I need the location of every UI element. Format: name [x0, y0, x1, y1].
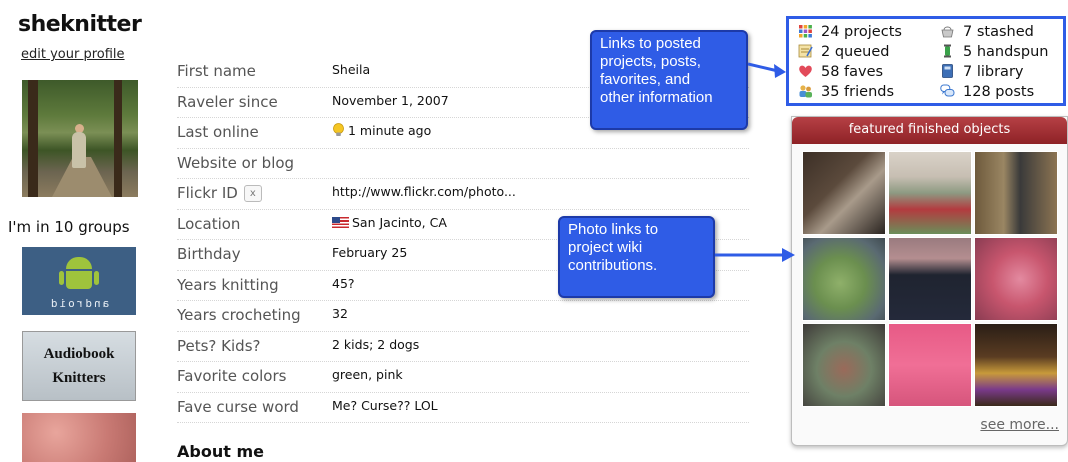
profile-row-fave-curse-word: Fave curse word Me? Curse?? LOL [177, 393, 749, 423]
callout-line: contributions. [568, 257, 658, 274]
field-label: Location [177, 214, 241, 233]
featured-panel-header: featured finished objects [792, 117, 1067, 144]
stat-label: 7 stashed [963, 24, 1034, 40]
featured-photo[interactable] [888, 237, 972, 321]
field-label: Birthday [177, 245, 241, 263]
lightbulb-icon [333, 123, 344, 136]
callout-line: Photo links to [568, 221, 659, 238]
group-yarn-badge[interactable] [22, 413, 136, 462]
stat-faves-link[interactable]: 58 faves [798, 64, 883, 80]
group-audiobook-knitters-badge[interactable]: Audiobook Knitters [22, 331, 136, 401]
stat-queued-link[interactable]: 2 queued [798, 44, 889, 60]
stat-label: 7 library [963, 64, 1024, 80]
featured-photo[interactable] [974, 323, 1058, 407]
profile-row-favorite-colors: Favorite colors green, pink [177, 362, 749, 393]
spindle-icon [944, 44, 951, 58]
stat-handspun-link[interactable]: 5 handspun [940, 44, 1048, 60]
group-title-line-2: Knitters [52, 370, 106, 386]
callout-line: favorites, and [600, 71, 691, 88]
field-value: San Jacinto, CA [352, 214, 447, 230]
stat-library-link[interactable]: 7 library [940, 64, 1024, 80]
featured-photo[interactable] [802, 237, 886, 321]
stat-label: 5 handspun [963, 44, 1049, 60]
field-label: Flickr ID [177, 184, 238, 202]
projects-grid-icon [799, 25, 812, 38]
field-label: Pets? Kids? [177, 336, 261, 355]
field-value-wrapper: 1 minute ago [332, 123, 431, 138]
field-value: 1 minute ago [348, 123, 432, 138]
android-wordmark: android [48, 297, 110, 310]
profile-stats-box: 24 projects 2 queued 58 faves 35 friends… [786, 16, 1066, 106]
featured-photo[interactable] [802, 323, 886, 407]
stat-projects-link[interactable]: 24 projects [798, 24, 902, 40]
flickr-link[interactable]: http://www.flickr.com/photo... [332, 184, 516, 199]
see-more-link[interactable]: see more... [980, 417, 1059, 433]
edit-profile-link[interactable]: edit your profile [21, 47, 125, 62]
field-label: Last online [177, 123, 259, 141]
field-label: Years knitting [177, 275, 279, 294]
field-value: Sheila [332, 62, 371, 77]
field-value: November 1, 2007 [332, 92, 449, 108]
stat-posts-link[interactable]: 128 posts [940, 84, 1034, 100]
speech-bubbles-icon [940, 84, 955, 97]
callout-line: Links to posted [600, 35, 701, 52]
field-value-wrapper: San Jacinto, CA [332, 215, 447, 230]
callout-arrow-icon [715, 248, 795, 262]
profile-row-flickr: Flickr ID x http://www.flickr.com/photo..… [177, 179, 749, 210]
stash-basket-icon [941, 26, 954, 38]
stat-label: 35 friends [821, 84, 895, 100]
featured-photo[interactable] [802, 151, 886, 235]
profile-row-website: Website or blog [177, 149, 749, 179]
field-label: Favorite colors [177, 367, 287, 385]
stat-friends-link[interactable]: 35 friends [798, 84, 894, 100]
group-title-line-1: Audiobook [43, 346, 115, 362]
callout-line: other information [600, 89, 713, 106]
queue-notepad-icon [798, 44, 813, 58]
callout-arrow-icon [748, 62, 786, 78]
stat-label: 128 posts [963, 84, 1035, 100]
us-flag-icon [332, 216, 349, 228]
field-value: 2 kids; 2 dogs [332, 336, 420, 352]
flickr-clear-button[interactable]: x [243, 185, 262, 202]
callout-photos-annotation: Photo links to project wiki contribution… [558, 216, 715, 298]
stat-stashed-link[interactable]: 7 stashed [940, 24, 1034, 40]
field-value: green, pink [332, 367, 403, 382]
featured-photo[interactable] [888, 151, 972, 235]
profile-row-years-crocheting: Years crocheting 32 [177, 301, 749, 332]
featured-finished-objects-panel: featured finished objects see more... [791, 116, 1068, 446]
field-label: Website or blog [177, 153, 295, 172]
book-icon [942, 64, 953, 78]
callout-line: project wiki [568, 239, 643, 256]
featured-photo[interactable] [974, 237, 1058, 321]
stat-label: 58 faves [821, 64, 884, 80]
field-value: 45? [332, 275, 355, 291]
field-label: Raveler since [177, 92, 278, 111]
friends-icon [799, 85, 812, 98]
callout-line: projects, posts, [600, 53, 701, 70]
username: sheknitter [18, 12, 142, 37]
groups-count-label: I'm in 10 groups [8, 218, 130, 236]
about-me-heading: About me [177, 442, 264, 461]
avatar[interactable] [22, 80, 138, 197]
featured-photo[interactable] [974, 151, 1058, 235]
field-label-wrapper: Flickr ID x [177, 184, 262, 202]
field-value: 32 [332, 306, 348, 321]
stat-label: 24 projects [821, 24, 902, 40]
field-label: Fave curse word [177, 397, 299, 416]
featured-photo[interactable] [888, 323, 972, 407]
stat-label: 2 queued [821, 44, 890, 60]
field-value: February 25 [332, 245, 408, 260]
field-value: Me? Curse?? LOL [332, 397, 438, 413]
callout-stats-annotation: Links to posted projects, posts, favorit… [590, 30, 748, 130]
profile-row-pets-kids: Pets? Kids? 2 kids; 2 dogs [177, 332, 749, 362]
heart-icon [799, 65, 812, 77]
field-label: Years crocheting [177, 306, 301, 324]
group-android-badge[interactable]: android [22, 247, 136, 315]
field-label: First name [177, 62, 256, 80]
android-robot-icon [59, 257, 99, 289]
featured-photo-grid [802, 151, 1060, 407]
